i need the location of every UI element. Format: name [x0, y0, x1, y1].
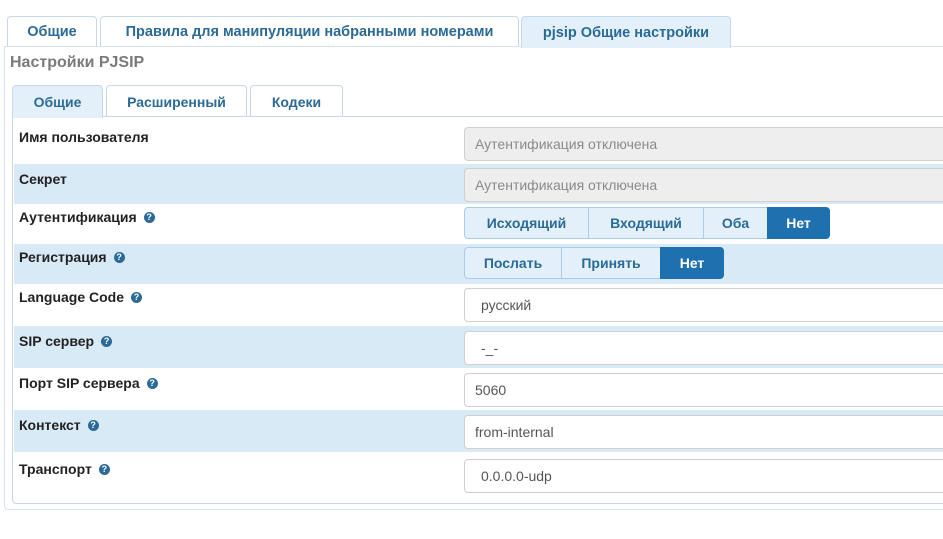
help-icon[interactable]: ? — [87, 419, 99, 431]
authentication-label: Аутентификация ? — [19, 209, 155, 225]
subtab-general[interactable]: Общие — [12, 85, 103, 118]
auth-both-button[interactable]: Оба — [703, 207, 768, 239]
tab-general[interactable]: Общие — [7, 16, 97, 47]
context-field[interactable]: from-internal — [464, 415, 943, 449]
secret-input[interactable]: Аутентификация отключена — [464, 168, 943, 202]
auth-outbound-button[interactable]: Исходящий — [464, 207, 589, 239]
tab-dialplan-rules[interactable]: Правила для манипуляции набранными номер… — [100, 16, 519, 47]
registration-receive-button[interactable]: Принять — [561, 247, 661, 279]
sip-port-field[interactable]: 5060 — [464, 373, 943, 407]
help-icon[interactable]: ? — [146, 377, 158, 389]
context-label: Контекст ? — [19, 417, 99, 433]
auth-inbound-button[interactable]: Входящий — [588, 207, 704, 239]
language-code-label: Language Code ? — [19, 289, 143, 305]
sip-port-label: Порт SIP сервера ? — [19, 375, 158, 391]
help-icon[interactable]: ? — [98, 463, 110, 475]
sip-server-field[interactable]: -_- — [464, 331, 943, 365]
transport-label: Транспорт ? — [19, 461, 110, 477]
sip-server-label: SIP сервер ? — [19, 333, 113, 349]
registration-label: Регистрация ? — [19, 249, 125, 265]
tab-pjsip-settings[interactable]: pjsip Общие настройки — [521, 16, 731, 48]
panel-title: Настройки PJSIP — [10, 54, 145, 71]
transport-select[interactable]: 0.0.0.0-udp — [464, 459, 943, 493]
top-tab-bar: Общие Правила для манипуляции набранными… — [0, 0, 943, 48]
language-code-field[interactable]: русский — [464, 288, 943, 322]
secret-label: Секрет — [19, 171, 67, 187]
registration-none-button[interactable]: Нет — [660, 247, 724, 279]
registration-toggle: Послать Принять Нет — [464, 247, 724, 279]
help-icon[interactable]: ? — [143, 211, 155, 223]
subtab-codecs[interactable]: Кодеки — [250, 85, 343, 117]
subtab-advanced[interactable]: Расширенный — [106, 85, 247, 117]
username-label: Имя пользователя — [19, 129, 149, 145]
username-input[interactable]: Аутентификация отключена — [464, 127, 943, 161]
help-icon[interactable]: ? — [113, 251, 125, 263]
auth-none-button[interactable]: Нет — [767, 207, 830, 239]
help-icon[interactable]: ? — [101, 335, 113, 347]
help-icon[interactable]: ? — [131, 291, 143, 303]
authentication-toggle: Исходящий Входящий Оба Нет — [464, 207, 830, 239]
registration-send-button[interactable]: Послать — [464, 247, 562, 279]
